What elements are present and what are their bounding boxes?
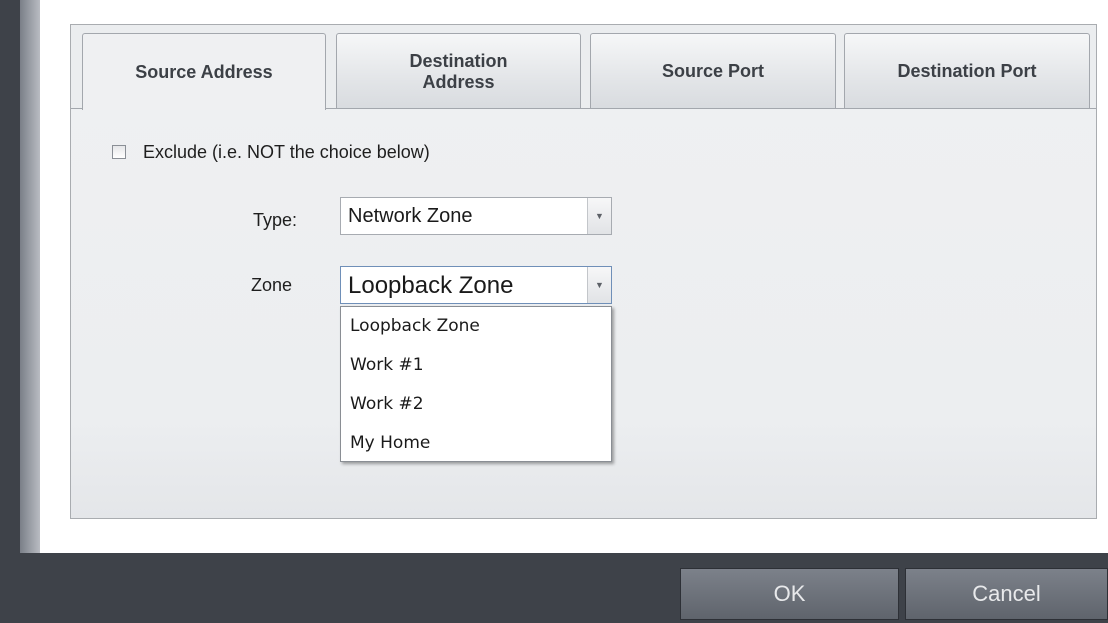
dialog-left-edge [20, 0, 40, 553]
chevron-down-icon[interactable]: ▼ [587, 198, 611, 234]
criteria-panel: Source Address Destination Address Sourc… [70, 24, 1097, 519]
type-label: Type: [253, 210, 298, 230]
type-select[interactable]: Network Zone ▼ [340, 197, 612, 235]
rule-dialog: Source Address Destination Address Sourc… [20, 0, 1108, 553]
zone-label: Zone [251, 275, 293, 295]
tab-label: Destination Address [409, 50, 508, 92]
tab-destination-port[interactable]: Destination Port [844, 33, 1090, 109]
zone-dropdown-list: Loopback Zone Work #1 Work #2 My Home [340, 306, 612, 462]
exclude-checkbox[interactable] [112, 145, 126, 159]
exclude-label: Exclude (i.e. NOT the choice below) [143, 142, 430, 162]
tab-source-address[interactable]: Source Address [82, 33, 326, 110]
dropdown-option[interactable]: Loopback Zone [341, 307, 611, 346]
tab-strip: Source Address Destination Address Sourc… [71, 25, 1096, 110]
tab-source-port[interactable]: Source Port [590, 33, 836, 109]
type-select-value: Network Zone [348, 205, 473, 227]
chevron-down-icon[interactable]: ▼ [587, 267, 611, 303]
zone-select[interactable]: Loopback Zone ▼ [340, 266, 612, 304]
dropdown-option[interactable]: Work #1 [341, 346, 611, 385]
dropdown-option[interactable]: My Home [341, 424, 611, 463]
tab-label: Source Port [661, 61, 765, 81]
ok-button[interactable]: OK [680, 568, 899, 620]
tab-destination-address[interactable]: Destination Address [336, 33, 581, 109]
tab-label: Destination Port [897, 61, 1037, 81]
zone-select-value: Loopback Zone [348, 272, 514, 299]
dropdown-option[interactable]: Work #2 [341, 385, 611, 424]
cancel-button[interactable]: Cancel [905, 568, 1108, 620]
tab-label: Source Address [135, 61, 273, 82]
